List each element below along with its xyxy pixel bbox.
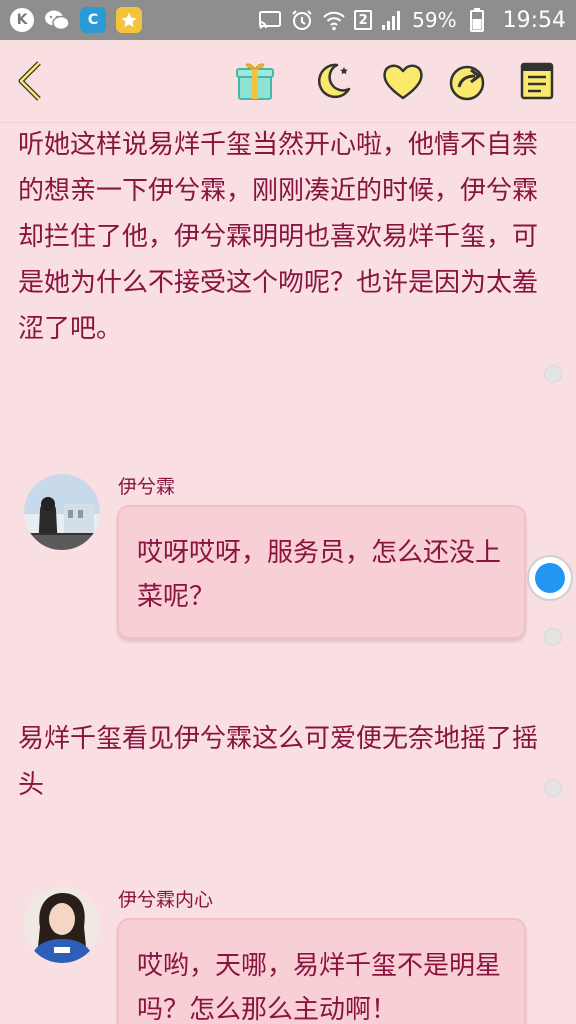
status-bar-notifications: K C (10, 6, 142, 34)
avatar-yi-xi-lin[interactable] (24, 474, 100, 550)
alarm-icon (290, 8, 314, 32)
speaker-name: 伊兮霖 (118, 476, 176, 498)
back-icon (18, 61, 41, 101)
paragraph-marker[interactable] (544, 365, 562, 383)
scroll-knob[interactable] (527, 555, 573, 601)
wechat-icon (44, 7, 70, 33)
wifi-icon (322, 8, 346, 32)
share-icon (449, 65, 485, 101)
heart-icon (383, 64, 423, 100)
story-content[interactable]: 听她这样说易烊千玺当然开心啦，他情不自禁的想亲一下伊兮霖，刚刚凑近的时候，伊兮霖… (0, 122, 576, 1024)
dialogue-bubble[interactable]: 哎呀哎呀，服务员，怎么还没上菜呢？ (117, 505, 526, 639)
signal-icon (380, 8, 404, 32)
chapters-button[interactable] (512, 56, 562, 106)
clock: 19:54 (502, 7, 566, 33)
night-mode-button[interactable] (308, 56, 358, 106)
narration-paragraph: 听她这样说易烊千玺当然开心啦，他情不自禁的想亲一下伊兮霖，刚刚凑近的时候，伊兮霖… (18, 130, 539, 344)
sim-icon: 2 (354, 10, 373, 30)
night-mode-icon (317, 63, 351, 99)
star-app-icon (116, 7, 142, 33)
share-button[interactable] (442, 56, 492, 106)
battery-icon (465, 8, 489, 32)
note-icon (520, 62, 554, 100)
c-app-icon: C (80, 7, 106, 33)
back-button[interactable] (6, 56, 56, 106)
cast-icon (258, 8, 282, 32)
narration-paragraph: 易烊千玺看见伊兮霖这么可爱便无奈地摇了摇头 (18, 724, 539, 800)
gift-button[interactable] (230, 56, 280, 106)
battery-percent: 59% (412, 8, 457, 32)
reader-toolbar (0, 40, 576, 123)
avatar-yi-xi-lin-inner[interactable] (24, 887, 100, 963)
status-bar: K C 2 59% 19:54 (0, 0, 576, 40)
paragraph-marker[interactable] (544, 779, 562, 797)
scroll-knob-inner (535, 563, 565, 593)
speaker-name: 伊兮霖内心 (118, 889, 214, 911)
gift-icon (236, 63, 274, 100)
k-app-icon: K (10, 8, 34, 32)
status-bar-system: 2 59% 19:54 (258, 0, 566, 40)
paragraph-marker[interactable] (544, 628, 562, 646)
favorite-button[interactable] (378, 56, 428, 106)
dialogue-bubble[interactable]: 哎哟，天哪，易烊千玺不是明星吗？怎么那么主动啊！ (117, 918, 526, 1024)
